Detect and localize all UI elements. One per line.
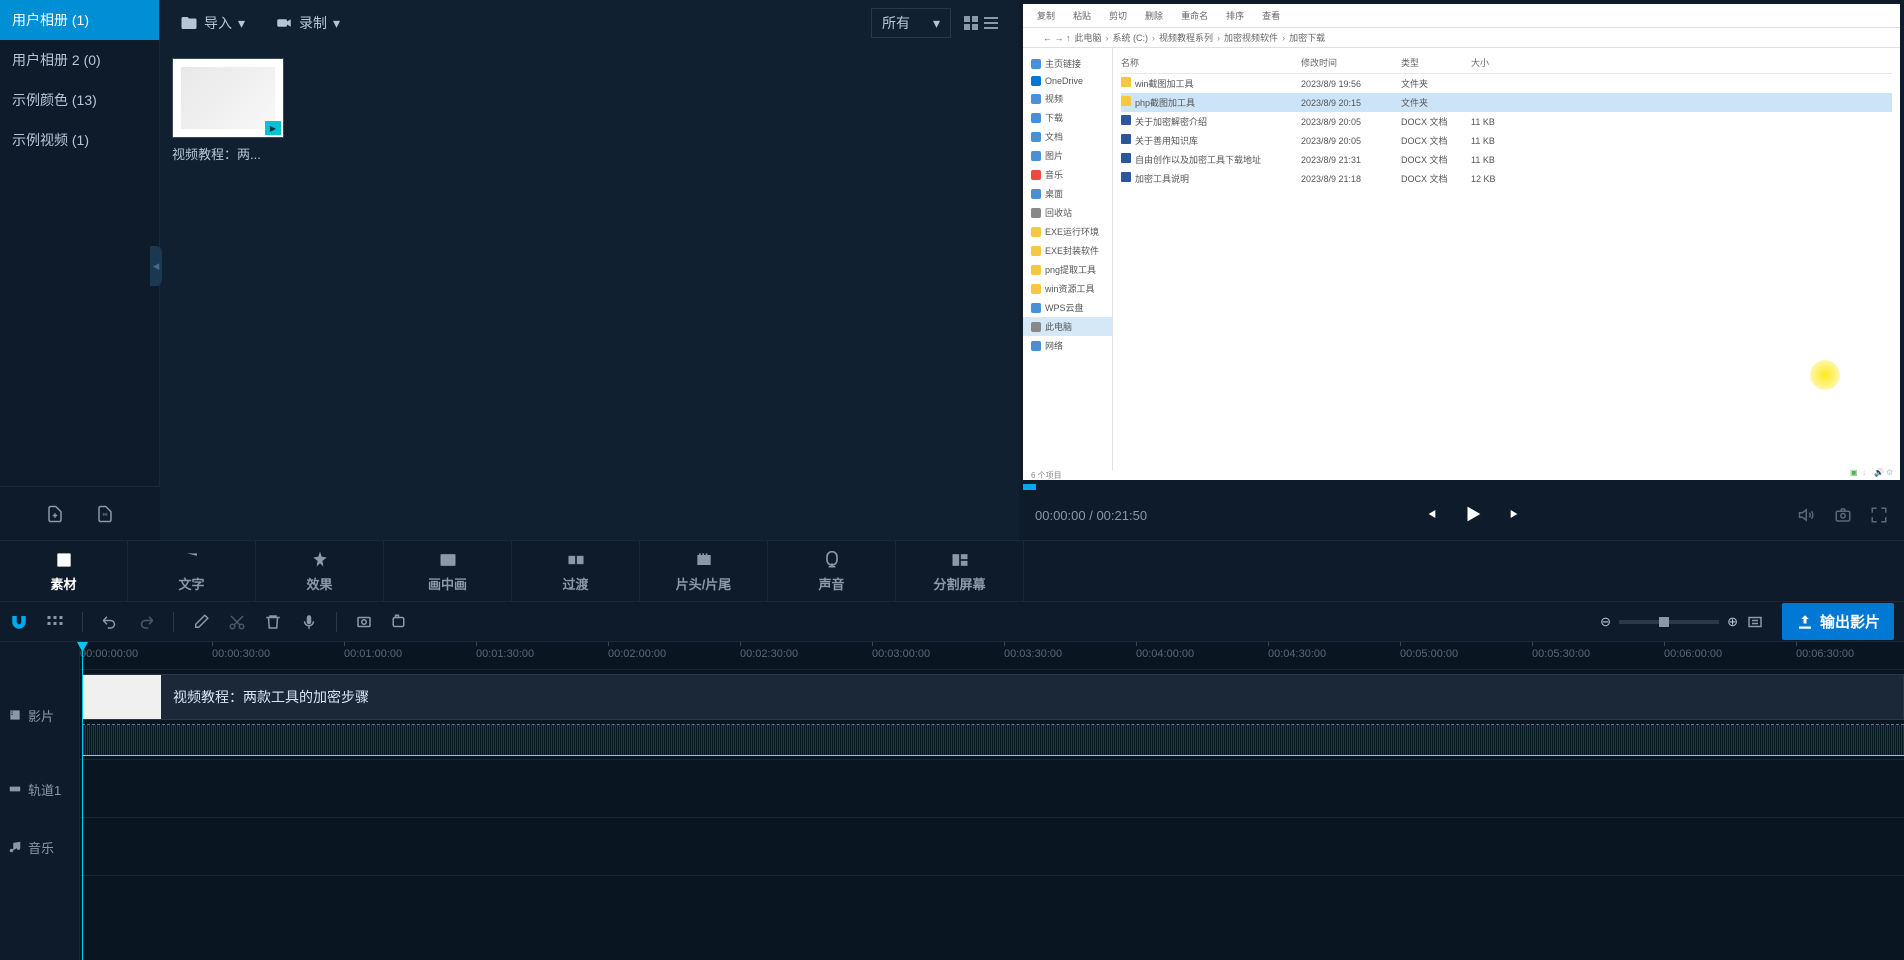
marker-tool[interactable] (46, 613, 64, 631)
new-file-icon[interactable] (46, 504, 64, 524)
file-ops-bar (0, 486, 160, 540)
snapshot-icon[interactable] (1834, 506, 1852, 524)
export-button[interactable]: 输出影片 (1782, 603, 1894, 640)
track-label-track1: 轨道1 (0, 760, 79, 818)
category-tabs: 素材文字效果画中画过渡片头/片尾声音分割屏幕 (0, 540, 1904, 602)
next-frame-button[interactable] (1508, 506, 1524, 525)
preview-scrubber[interactable] (1023, 484, 1900, 490)
export-icon (1796, 613, 1814, 631)
folder-icon (180, 14, 198, 32)
audio-waveform (82, 724, 1904, 756)
track-label-video: 影片 (0, 670, 79, 760)
tab-intro[interactable]: 片头/片尾 (640, 541, 768, 601)
extra-track-1[interactable] (80, 760, 1904, 818)
media-grid: ◂ ▶ 视频教程：两... (160, 46, 1019, 540)
album-sidebar: 用户相册 (1)用户相册 2 (0)示例颜色 (13)示例视频 (1) (0, 0, 160, 486)
time-display: 00:00:00 / 00:21:50 (1035, 508, 1147, 523)
track-label-music: 音乐 (0, 818, 79, 876)
time-ruler[interactable]: 00:00:00:0000:00:30:0000:01:00:0000:01:3… (80, 642, 1904, 670)
chevron-down-icon: ▾ (333, 15, 340, 32)
tab-effect[interactable]: 效果 (256, 541, 384, 601)
video-track[interactable]: 视频教程：两款工具的加密步骤 (80, 670, 1904, 760)
camera-icon (275, 14, 293, 32)
list-view-icon[interactable] (983, 15, 999, 31)
preview-screen: 复制粘贴剪切删除重命名排序查看 ← → ↑ 此电脑›系统 (C:)›视频教程系列… (1023, 4, 1900, 480)
tab-sound[interactable]: 声音 (768, 541, 896, 601)
delete-file-icon[interactable] (96, 504, 114, 524)
collapse-handle[interactable]: ◂ (150, 246, 162, 286)
fullscreen-icon[interactable] (1870, 506, 1888, 524)
music-icon (8, 840, 22, 854)
zoom-slider[interactable]: ⊖ ⊕ (1600, 613, 1764, 631)
tab-text[interactable]: 文字 (128, 541, 256, 601)
content-toolbar: 导入 ▾ 录制 ▾ 所有 ▾ (160, 0, 1019, 46)
zoom-in-icon[interactable]: ⊕ (1727, 614, 1738, 630)
tab-media[interactable]: 素材 (0, 541, 128, 601)
chevron-down-icon: ▾ (933, 15, 940, 32)
cut-tool[interactable] (228, 613, 246, 631)
media-item[interactable]: ▶ 视频教程：两... (172, 58, 284, 163)
record-button[interactable]: 录制 ▾ (275, 13, 340, 33)
filmstrip-icon (8, 708, 22, 722)
tab-pip[interactable]: 画中画 (384, 541, 512, 601)
volume-icon[interactable] (1798, 506, 1816, 524)
album-item[interactable]: 用户相册 (1) (0, 0, 159, 40)
track-icon (8, 782, 22, 796)
cursor-highlight (1810, 360, 1840, 390)
grid-view-icon[interactable] (963, 15, 979, 31)
filter-dropdown[interactable]: 所有 ▾ (871, 8, 951, 38)
magnet-tool[interactable] (10, 613, 28, 631)
crop-tool[interactable] (355, 613, 373, 631)
video-badge-icon: ▶ (265, 121, 281, 135)
zoom-out-icon[interactable]: ⊖ (1600, 614, 1611, 630)
edit-tool[interactable] (192, 613, 210, 631)
tab-split[interactable]: 分割屏幕 (896, 541, 1024, 601)
import-button[interactable]: 导入 ▾ (180, 13, 245, 33)
play-button[interactable] (1462, 503, 1484, 528)
voiceover-tool[interactable] (300, 613, 318, 631)
delete-tool[interactable] (264, 613, 282, 631)
tab-transition[interactable]: 过渡 (512, 541, 640, 601)
playhead[interactable] (82, 642, 83, 960)
undo-button[interactable] (101, 613, 119, 631)
chevron-down-icon: ▾ (238, 15, 245, 32)
prev-frame-button[interactable] (1422, 506, 1438, 525)
record-tool[interactable] (391, 613, 409, 631)
album-item[interactable]: 示例视频 (1) (0, 120, 159, 160)
music-track[interactable] (80, 818, 1904, 876)
redo-button[interactable] (137, 613, 155, 631)
zoom-fit-icon[interactable] (1746, 613, 1764, 631)
album-item[interactable]: 示例颜色 (13) (0, 80, 159, 120)
video-clip[interactable]: 视频教程：两款工具的加密步骤 (82, 674, 1904, 720)
album-item[interactable]: 用户相册 2 (0) (0, 40, 159, 80)
media-item-label: 视频教程：两... (172, 144, 284, 163)
